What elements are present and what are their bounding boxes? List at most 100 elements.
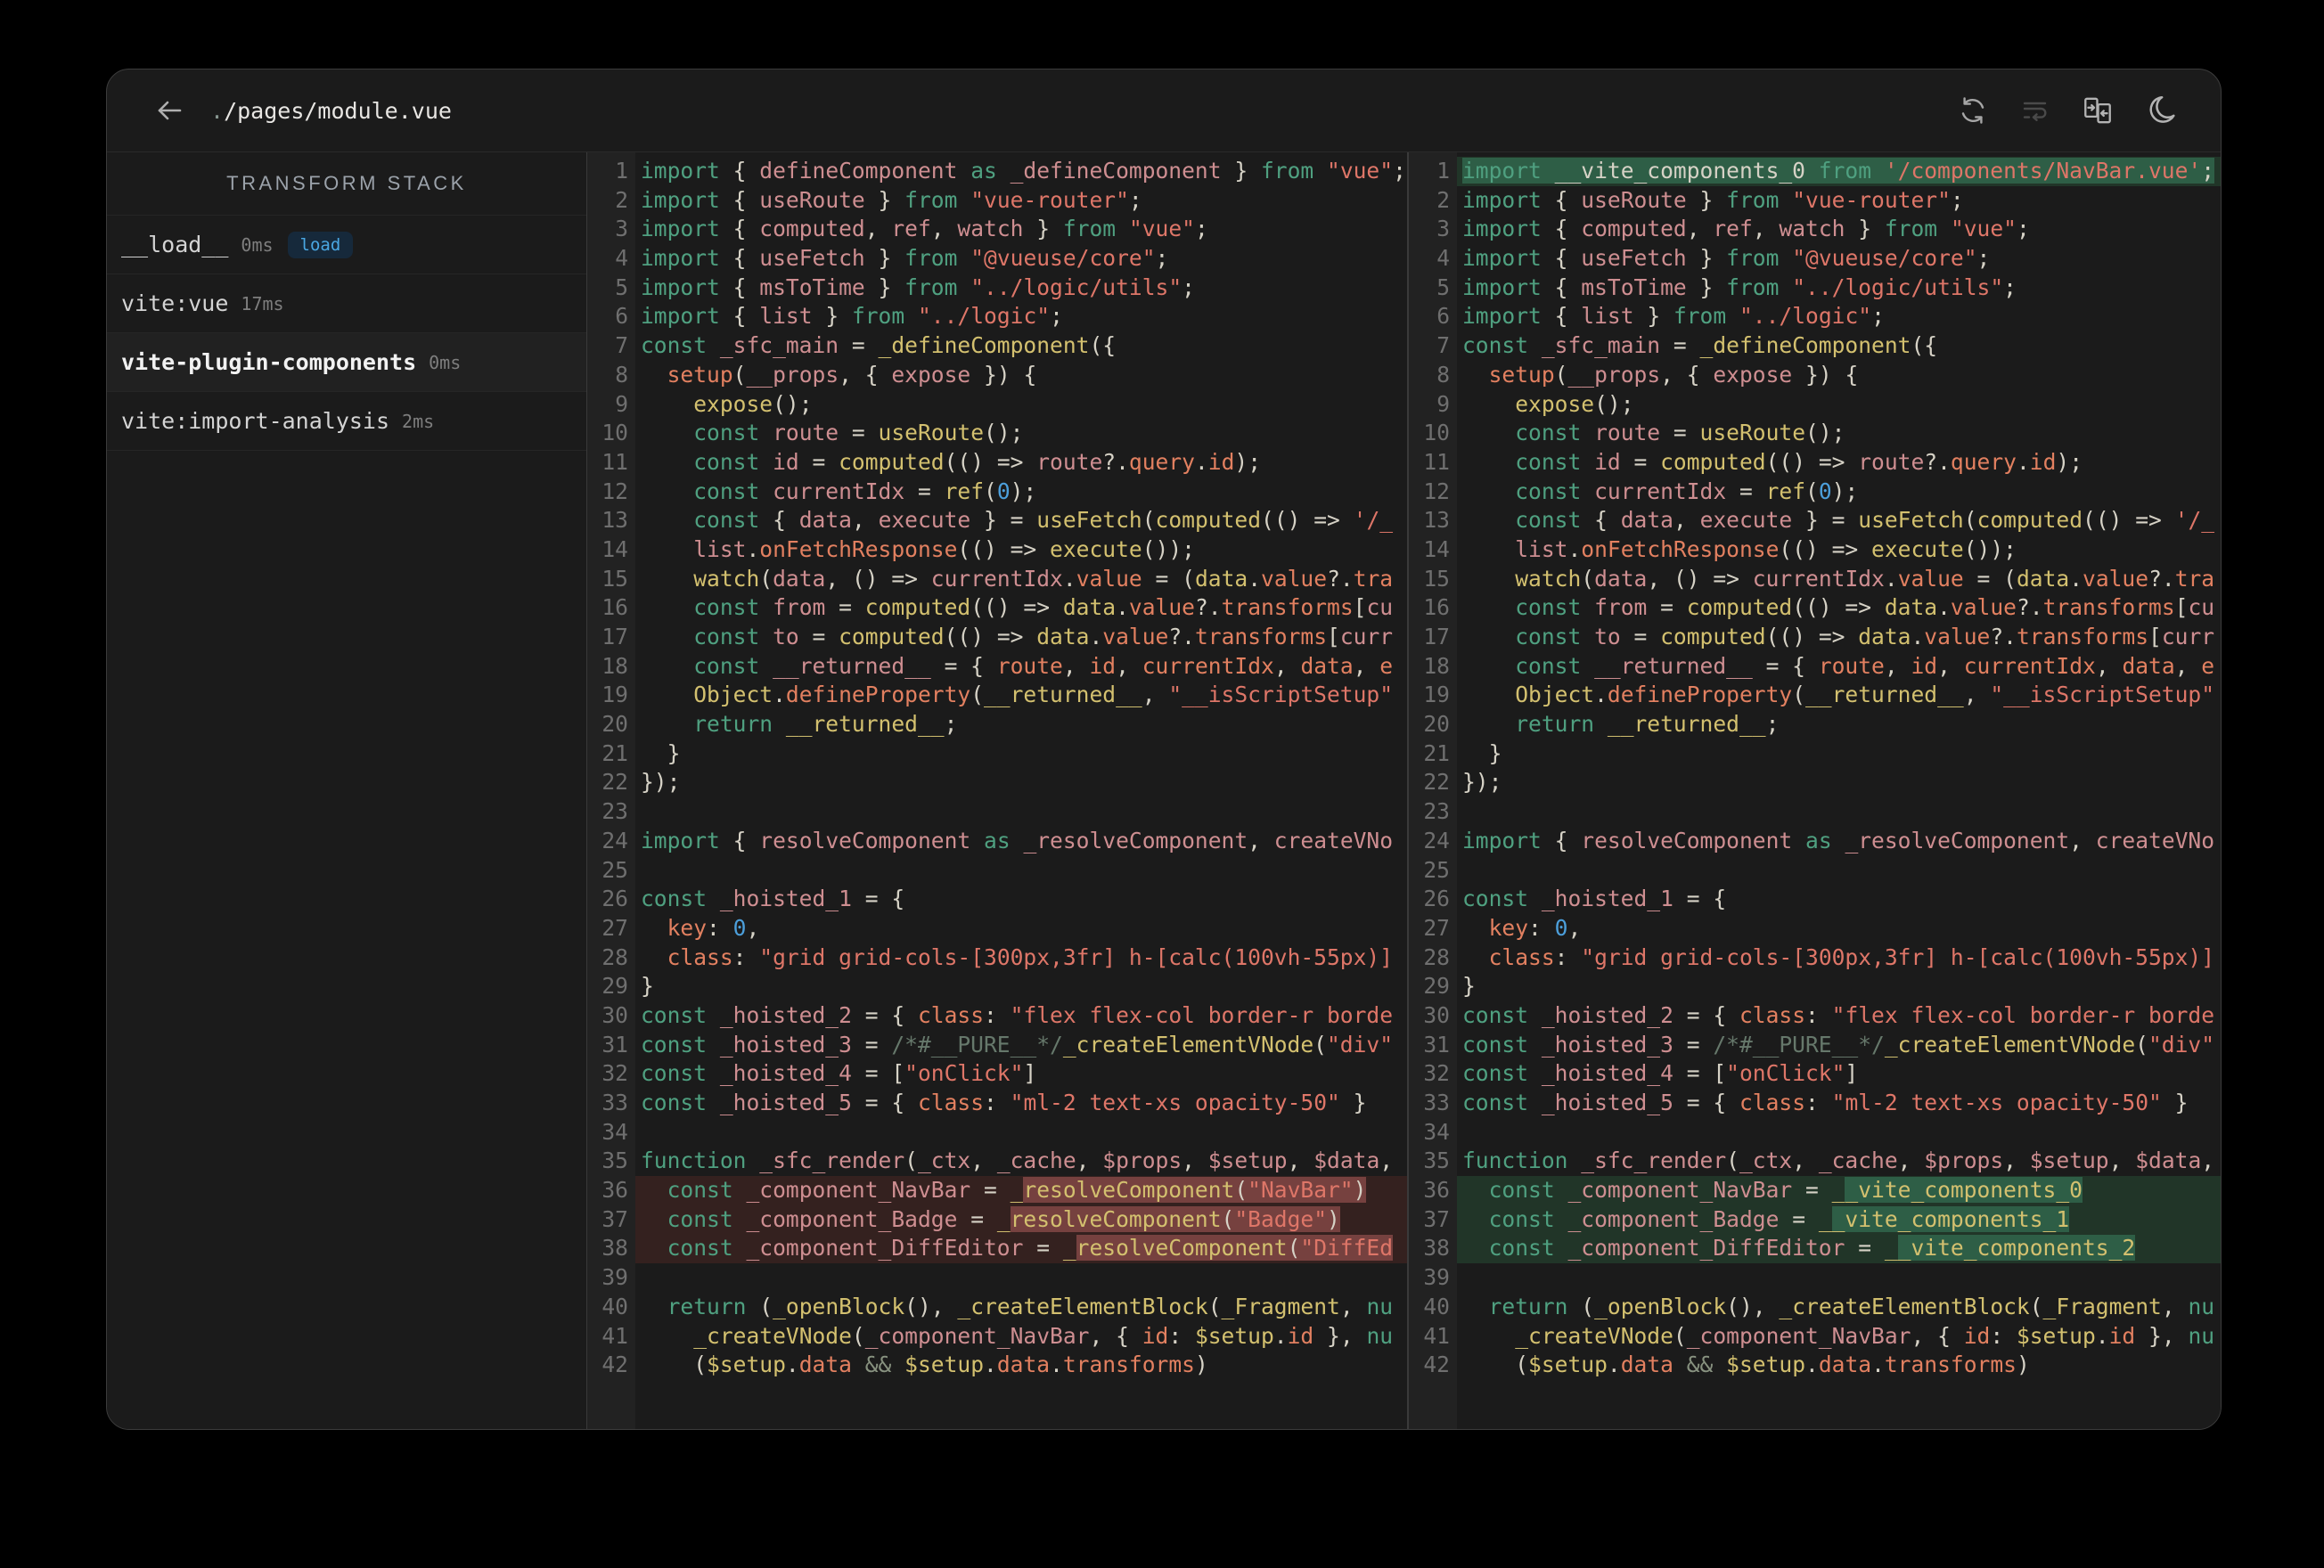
code-text: Object.defineProperty(__returned__, "__i… [693,682,1394,708]
code-text: const { data, execute } = useFetch(compu… [693,507,1394,534]
code-line: 8 setup(__props, { expose }) { [587,361,1407,390]
code-text: const from = computed(() => data.value?.… [1515,594,2215,621]
code-line: 9 expose(); [1409,390,2221,420]
code-line: 36 const _component_NavBar = __vite_comp… [1409,1176,2221,1205]
code-line: 16 const from = computed(() => data.valu… [1409,593,2221,623]
line-number: 14 [1423,535,1450,562]
code-lines-after: 1 import __vite_components_0 from '/compo… [1409,152,2221,1380]
code-text: const _sfc_main = _defineComponent({ [1462,332,1938,359]
line-number: 36 [1423,1177,1450,1204]
line-number: 1 [615,158,628,184]
code-line: 7 const _sfc_main = _defineComponent({ [1409,331,2221,361]
code-line: 11 const id = computed(() => route?.quer… [587,448,1407,478]
code-line: 26 const _hoisted_1 = { [587,885,1407,914]
code-text: const id = computed(() => route?.query.i… [1515,448,2083,475]
transform-name: __load__ [121,232,229,257]
line-number: 40 [1423,1293,1450,1319]
code-line: 42 ($setup.data && $setup.data.transform… [587,1351,1407,1380]
code-line: 37 const _component_Badge = _resolveComp… [587,1205,1407,1235]
code-text: const _hoisted_3 = /*#__PURE__*/_createE… [1462,1031,2215,1058]
diff-panel-after[interactable]: 1 import __vite_components_0 from '/compo… [1409,152,2221,1429]
code-text: const { data, execute } = useFetch(compu… [1515,507,2215,534]
refresh-button[interactable] [1955,93,1991,128]
code-text: } [641,739,681,766]
line-number: 28 [601,943,628,970]
code-line: 10 const route = useRoute(); [1409,419,2221,448]
code-text: const _sfc_main = _defineComponent({ [641,332,1117,359]
code-text: const route = useRoute(); [693,420,1024,446]
code-line: 37 const _component_Badge = __vite_compo… [1409,1205,2221,1235]
line-number: 35 [1423,1147,1450,1174]
code-text: function _sfc_render(_ctx, _cache, $prop… [641,1147,1394,1174]
code-line: 25 [587,856,1407,886]
side-by-side-toggle[interactable] [2080,93,2115,128]
transform-stack-list: __load__ 0ms load vite:vue 17ms vite-plugin-c… [107,216,586,451]
diff-panel-before[interactable]: 1 import { defineComponent as _defineComp… [587,152,1407,1429]
line-number: 12 [1423,478,1450,504]
line-number: 24 [601,827,628,853]
code-text: class: "grid grid-cols-[300px,3fr] h-[ca… [1488,943,2215,970]
code-text: import __vite_components_0 from '/compon… [1457,157,2221,186]
sidebar-item-vite-plugin-components[interactable]: vite-plugin-components 0ms [107,333,586,392]
line-number: 32 [601,1060,628,1087]
code-text: return (_openBlock(), _createElementBloc… [1488,1293,2215,1319]
code-line: 33 const _hoisted_5 = { class: "ml-2 text… [1409,1089,2221,1118]
line-number: 9 [1436,390,1450,417]
code-text: const __returned__ = { route, id, curren… [693,652,1394,679]
line-number: 18 [601,652,628,679]
transform-time: 17ms [241,292,284,314]
line-number: 41 [601,1322,628,1349]
inline-diff-toggle[interactable] [2017,93,2053,128]
transform-time: 0ms [241,233,274,256]
sidebar-item--load-[interactable]: __load__ 0ms load [107,216,586,274]
line-number: 22 [601,769,628,796]
code-line: 3 import { computed, ref, watch } from "v… [1409,215,2221,244]
code-line: 28 class: "grid grid-cols-[300px,3fr] h-… [587,943,1407,973]
line-number: 39 [1423,1264,1450,1291]
code-line: 26 const _hoisted_1 = { [1409,885,2221,914]
line-number: 13 [1423,507,1450,534]
code-line: 13 const { data, execute } = useFetch(co… [1409,506,2221,535]
theme-toggle-button[interactable] [2142,93,2178,128]
line-number: 6 [615,303,628,330]
code-text: import { computed, ref, watch } from "vu… [1462,216,2030,242]
back-button[interactable] [151,93,187,128]
line-number: 8 [1436,361,1450,388]
line-number: 28 [1423,943,1450,970]
line-number: 41 [1423,1322,1450,1349]
code-text: const to = computed(() => data.value?.tr… [693,624,1394,649]
code-line: 21 } [587,739,1407,769]
line-number: 30 [601,1001,628,1028]
sidebar-item-vite-import-analysis[interactable]: vite:import-analysis 2ms [107,392,586,451]
code-line: 35 function _sfc_render(_ctx, _cache, $pr… [1409,1147,2221,1176]
code-text: }); [641,769,681,796]
code-lines-before: 1 import { defineComponent as _defineComp… [587,152,1407,1380]
code-text: const route = useRoute(); [1515,420,1845,446]
code-line: 29} [587,972,1407,1001]
code-line: 12 const currentIdx = ref(0); [587,478,1407,507]
code-line: 2 import { useRoute } from "vue-router"; [1409,186,2221,216]
header-actions [1955,93,2178,128]
code-line: 41 _createVNode(_component_NavBar, { id:… [1409,1322,2221,1352]
code-text: const _component_NavBar = __vite_compone… [1457,1176,2221,1205]
line-number: 32 [1423,1060,1450,1087]
sidebar-item-vite-vue[interactable]: vite:vue 17ms [107,274,586,333]
code-text: import { useRoute } from "vue-router"; [641,186,1142,213]
code-text: return __returned__; [1515,711,1780,738]
code-text: import { defineComponent as _defineCompo… [641,158,1406,184]
code-text: import { useFetch } from "@vueuse/core"; [1462,245,1991,272]
line-number: 8 [615,361,628,388]
code-line: 29} [1409,972,2221,1001]
line-number: 16 [601,594,628,621]
code-text: setup(__props, { expose }) { [1488,361,1859,388]
code-line: 38 const _component_DiffEditor = __vite_… [1409,1234,2221,1264]
code-line: 30 const _hoisted_2 = { class: "flex flex… [1409,1001,2221,1031]
code-text: }); [1462,769,1502,796]
code-text: import { resolveComponent as _resolveCom… [641,827,1394,853]
code-line: 17 const to = computed(() => data.value?… [1409,623,2221,652]
code-line: 40 return (_openBlock(), _createElementB… [587,1293,1407,1322]
line-number: 4 [1436,245,1450,272]
code-line: 40 return (_openBlock(), _createElementB… [1409,1293,2221,1322]
